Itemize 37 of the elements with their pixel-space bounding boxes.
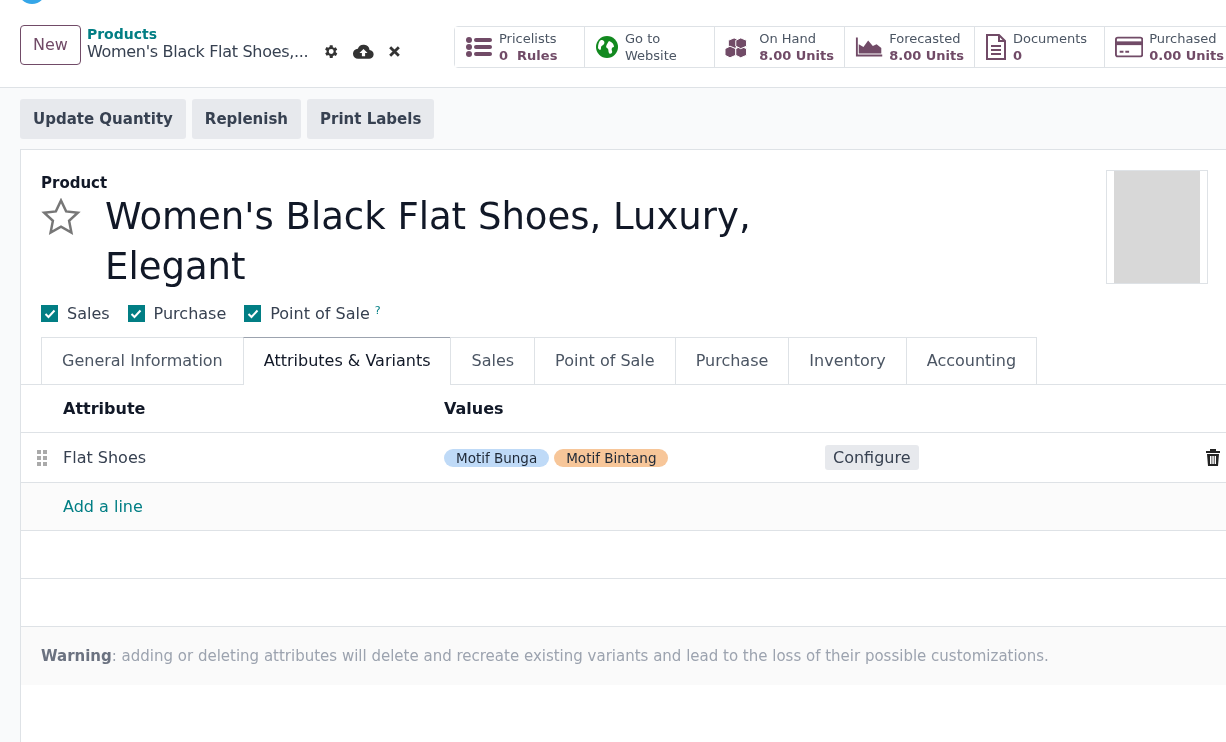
checkbox-label: Sales bbox=[67, 304, 110, 323]
action-button[interactable]: Replenish bbox=[191, 99, 302, 139]
checkbox-label: Purchase bbox=[153, 304, 227, 323]
column-header: Attribute bbox=[63, 399, 147, 418]
column-header: Values bbox=[444, 399, 504, 418]
add-line-link[interactable]: Add a line bbox=[63, 497, 143, 516]
list-icon bbox=[465, 36, 493, 58]
breadcrumb-link[interactable]: Products bbox=[86, 26, 402, 42]
new-button[interactable]: New bbox=[20, 24, 81, 65]
configure-button[interactable]: Configure bbox=[825, 445, 919, 470]
value-tag: Motif Bintang bbox=[554, 448, 669, 467]
cloud-upload-icon[interactable] bbox=[353, 43, 375, 60]
help-tooltip-mark[interactable]: ? bbox=[374, 304, 381, 317]
action-button[interactable]: Print Labels bbox=[307, 99, 435, 139]
close-icon[interactable] bbox=[388, 45, 402, 58]
checkbox[interactable] bbox=[127, 305, 145, 322]
table-cell-text: Flat Shoes bbox=[63, 448, 148, 467]
tab[interactable]: Accounting bbox=[905, 337, 1038, 384]
checkbox[interactable] bbox=[41, 305, 58, 322]
field-label: Product bbox=[41, 174, 109, 192]
action-button[interactable]: Update Quantity bbox=[20, 99, 186, 139]
globe-icon bbox=[595, 35, 619, 59]
checkbox-label: Point of Sale bbox=[270, 304, 370, 323]
drag-handle-icon[interactable] bbox=[36, 448, 48, 467]
area-chart-icon bbox=[855, 36, 884, 58]
settings-icon[interactable] bbox=[322, 43, 340, 60]
star-icon[interactable] bbox=[41, 198, 81, 236]
tab[interactable]: Attributes & Variants bbox=[242, 337, 452, 385]
warning-text: Warning: adding or deleting attributes will delete and recreate existing variants and lead to the loss of their possible customizations. bbox=[21, 627, 1226, 685]
checkbox[interactable] bbox=[244, 305, 262, 322]
product-name-field[interactable]: Women's Black Flat Shoes, Luxury, Elegant bbox=[105, 192, 785, 292]
smart-button[interactable]: Pricelists 0 Rules bbox=[455, 27, 585, 67]
document-icon bbox=[985, 34, 1007, 60]
record-name: Women's Black Flat Shoes,... bbox=[86, 42, 309, 61]
value-tag: Motif Bunga bbox=[444, 448, 550, 467]
trash-icon[interactable] bbox=[1206, 449, 1220, 466]
credit-card-icon bbox=[1115, 36, 1144, 58]
